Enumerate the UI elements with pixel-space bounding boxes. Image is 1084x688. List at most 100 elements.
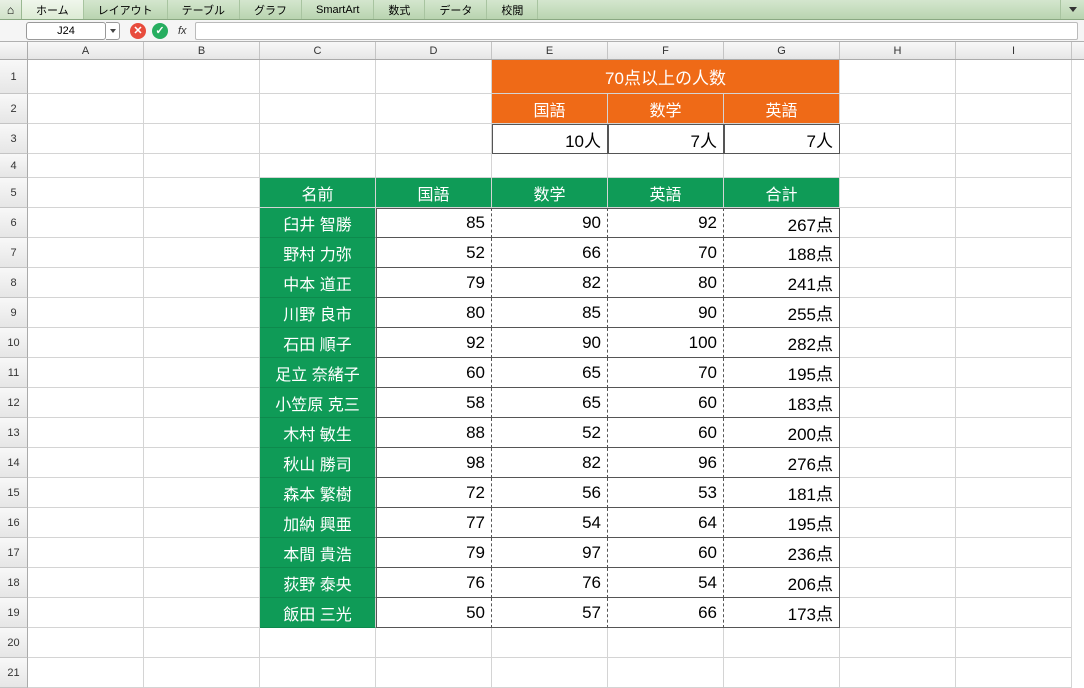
cell[interactable] <box>840 388 956 418</box>
cell[interactable] <box>28 388 144 418</box>
total-cell[interactable]: 236点 <box>724 538 840 568</box>
score-cell[interactable]: 64 <box>608 508 724 538</box>
name-cell[interactable]: 飯田 三光 <box>260 598 376 628</box>
score-cell[interactable]: 53 <box>608 478 724 508</box>
name-cell[interactable]: 秋山 勝司 <box>260 448 376 478</box>
name-cell[interactable]: 荻野 泰央 <box>260 568 376 598</box>
score-cell[interactable]: 56 <box>492 478 608 508</box>
name-box-dropdown[interactable] <box>106 22 120 40</box>
tab-smartart[interactable]: SmartArt <box>302 0 374 19</box>
cell[interactable] <box>28 208 144 238</box>
tab-data[interactable]: データ <box>425 0 487 19</box>
total-cell[interactable]: 282点 <box>724 328 840 358</box>
cell[interactable] <box>260 154 376 178</box>
summary-value[interactable]: 10人 <box>492 124 608 154</box>
formula-input[interactable] <box>195 22 1078 40</box>
score-cell[interactable]: 82 <box>492 268 608 298</box>
score-cell[interactable]: 100 <box>608 328 724 358</box>
cell[interactable] <box>840 178 956 208</box>
cell[interactable] <box>956 508 1072 538</box>
cell[interactable] <box>956 208 1072 238</box>
col-header[interactable]: G <box>724 42 840 59</box>
score-cell[interactable]: 60 <box>608 388 724 418</box>
table-header[interactable]: 名前 <box>260 178 376 208</box>
cell[interactable] <box>956 448 1072 478</box>
row-header[interactable]: 20 <box>0 628 28 658</box>
summary-header[interactable]: 数学 <box>608 94 724 124</box>
cell[interactable] <box>28 178 144 208</box>
score-cell[interactable]: 60 <box>608 538 724 568</box>
name-cell[interactable]: 森本 繁樹 <box>260 478 376 508</box>
fx-label[interactable]: fx <box>178 25 187 37</box>
cell[interactable] <box>840 208 956 238</box>
cell[interactable] <box>144 238 260 268</box>
row-header[interactable]: 5 <box>0 178 28 208</box>
col-header[interactable]: I <box>956 42 1072 59</box>
row-header[interactable]: 2 <box>0 94 28 124</box>
cancel-button[interactable]: ✕ <box>130 23 146 39</box>
cell[interactable] <box>956 328 1072 358</box>
cell[interactable] <box>956 60 1072 94</box>
cell[interactable] <box>840 628 956 658</box>
score-cell[interactable]: 57 <box>492 598 608 628</box>
score-cell[interactable]: 52 <box>376 238 492 268</box>
cell[interactable] <box>144 208 260 238</box>
cell[interactable] <box>608 628 724 658</box>
cell[interactable] <box>260 628 376 658</box>
cell[interactable] <box>144 124 260 154</box>
score-cell[interactable]: 77 <box>376 508 492 538</box>
cell[interactable] <box>28 478 144 508</box>
cell[interactable] <box>144 448 260 478</box>
cell[interactable] <box>144 328 260 358</box>
row-header[interactable]: 3 <box>0 124 28 154</box>
summary-header[interactable]: 国語 <box>492 94 608 124</box>
cell[interactable] <box>376 124 492 154</box>
cell[interactable] <box>492 154 608 178</box>
cell[interactable] <box>840 478 956 508</box>
score-cell[interactable]: 65 <box>492 388 608 418</box>
row-header[interactable]: 4 <box>0 154 28 178</box>
cell[interactable] <box>144 358 260 388</box>
cell[interactable] <box>144 178 260 208</box>
score-cell[interactable]: 90 <box>608 298 724 328</box>
cell[interactable] <box>376 154 492 178</box>
score-cell[interactable]: 60 <box>376 358 492 388</box>
confirm-button[interactable]: ✓ <box>152 23 168 39</box>
cell[interactable] <box>840 358 956 388</box>
cell[interactable] <box>28 448 144 478</box>
cell[interactable] <box>144 658 260 688</box>
cell[interactable] <box>840 508 956 538</box>
total-cell[interactable]: 267点 <box>724 208 840 238</box>
row-header[interactable]: 21 <box>0 658 28 688</box>
table-header[interactable]: 数学 <box>492 178 608 208</box>
cell[interactable] <box>376 628 492 658</box>
col-header[interactable]: F <box>608 42 724 59</box>
row-header[interactable]: 17 <box>0 538 28 568</box>
name-cell[interactable]: 足立 奈緒子 <box>260 358 376 388</box>
name-cell[interactable]: 石田 順子 <box>260 328 376 358</box>
col-header[interactable]: E <box>492 42 608 59</box>
cell[interactable] <box>724 658 840 688</box>
score-cell[interactable]: 60 <box>608 418 724 448</box>
ribbon-collapse[interactable] <box>1060 0 1084 19</box>
score-cell[interactable]: 85 <box>492 298 608 328</box>
score-cell[interactable]: 66 <box>608 598 724 628</box>
row-header[interactable]: 15 <box>0 478 28 508</box>
total-cell[interactable]: 188点 <box>724 238 840 268</box>
score-cell[interactable]: 90 <box>492 328 608 358</box>
cell[interactable] <box>144 154 260 178</box>
cell[interactable] <box>260 94 376 124</box>
score-cell[interactable]: 76 <box>376 568 492 598</box>
name-cell[interactable]: 加納 興亜 <box>260 508 376 538</box>
score-cell[interactable]: 70 <box>608 238 724 268</box>
row-header[interactable]: 18 <box>0 568 28 598</box>
score-cell[interactable]: 80 <box>376 298 492 328</box>
spreadsheet-grid[interactable]: A B C D E F G H I 170点以上の人数2国語数学英語310人7人… <box>0 42 1084 688</box>
col-header[interactable]: H <box>840 42 956 59</box>
row-header[interactable]: 8 <box>0 268 28 298</box>
cell[interactable] <box>840 238 956 268</box>
cell[interactable] <box>28 238 144 268</box>
summary-value[interactable]: 7人 <box>608 124 724 154</box>
tab-layout[interactable]: レイアウト <box>84 0 168 19</box>
summary-header[interactable]: 英語 <box>724 94 840 124</box>
